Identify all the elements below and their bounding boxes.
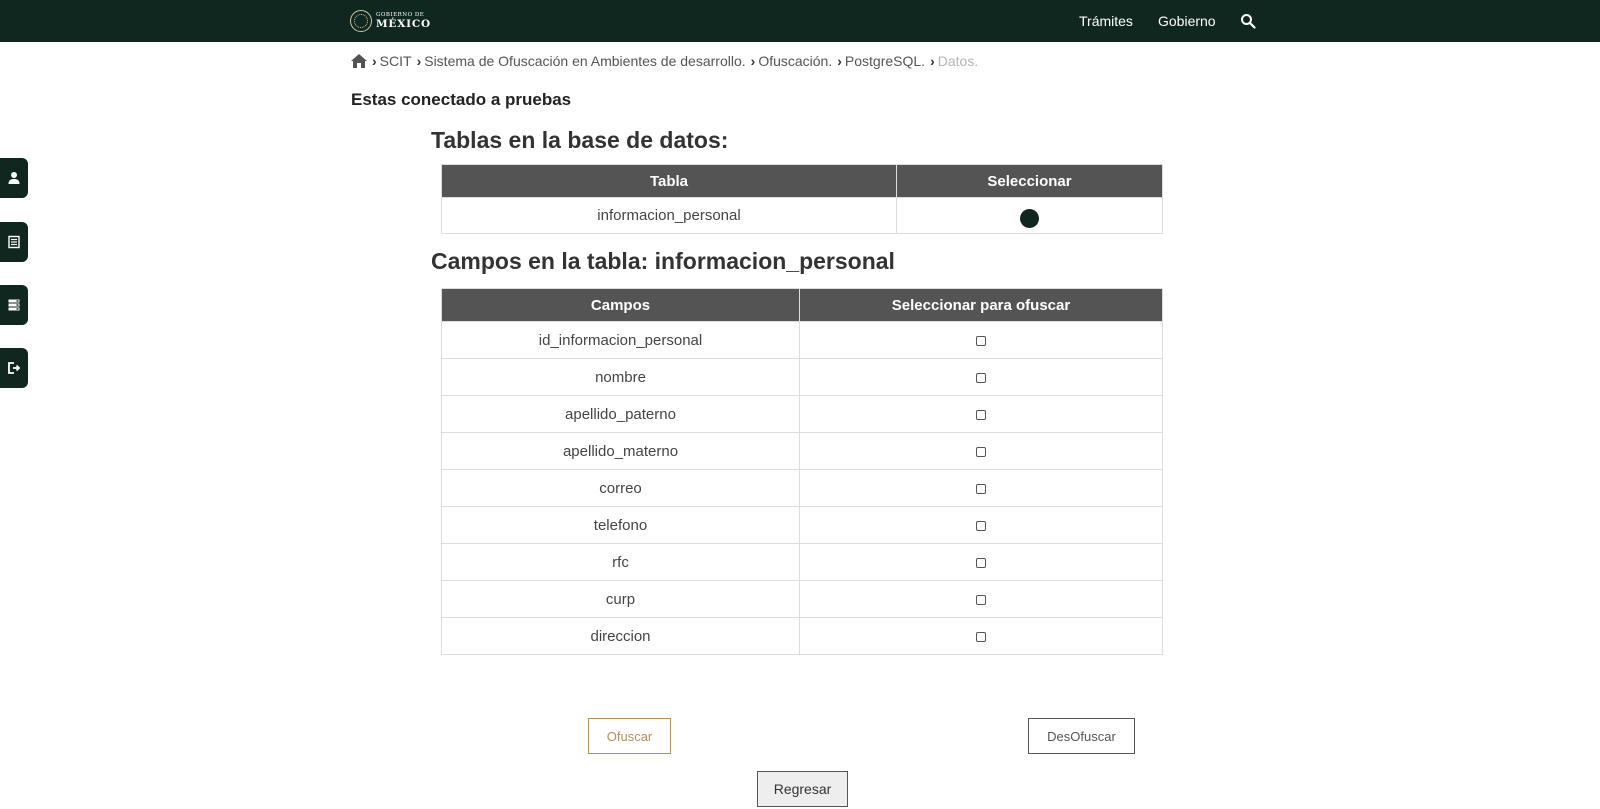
nav-tramites-link[interactable]: Trámites bbox=[1079, 13, 1133, 29]
table-row: nombre bbox=[441, 358, 1163, 396]
table-row: correo bbox=[441, 469, 1163, 507]
field-checkbox[interactable] bbox=[976, 372, 986, 383]
breadcrumb-sistema[interactable]: Sistema de Ofuscación en Ambientes de de… bbox=[424, 53, 745, 69]
field-name-cell: curp bbox=[441, 580, 800, 618]
field-name-cell: telefono bbox=[441, 506, 800, 544]
column-header-campos: Campos bbox=[441, 288, 800, 322]
field-name-cell: apellido_paterno bbox=[441, 395, 800, 433]
field-checkbox[interactable] bbox=[976, 594, 986, 605]
field-checkbox-cell bbox=[799, 617, 1163, 655]
chevron-right-icon: › bbox=[837, 53, 842, 69]
gobierno-mexico-logo[interactable]: GOBIERNO DE MÉXICO bbox=[350, 8, 431, 34]
fields-heading: Campos en la tabla: informacion_personal bbox=[431, 248, 895, 274]
select-cell bbox=[896, 197, 1163, 234]
table-row: apellido_paterno bbox=[441, 395, 1163, 433]
field-checkbox[interactable] bbox=[976, 335, 986, 346]
regresar-button[interactable]: Regresar bbox=[757, 771, 848, 807]
table-row: curp bbox=[441, 580, 1163, 618]
field-name-cell: nombre bbox=[441, 358, 800, 396]
list-icon bbox=[8, 235, 20, 249]
column-header-seleccionar: Seleccionar bbox=[896, 164, 1163, 198]
logo-text: GOBIERNO DE MÉXICO bbox=[376, 12, 431, 30]
desofuscar-button[interactable]: DesOfuscar bbox=[1028, 718, 1135, 754]
search-icon[interactable] bbox=[1240, 13, 1256, 29]
chevron-right-icon: › bbox=[930, 53, 935, 69]
breadcrumb: › SCIT › Sistema de Ofuscación en Ambien… bbox=[351, 53, 978, 69]
table-row: informacion_personal bbox=[441, 197, 1163, 234]
fields-table: Campos Seleccionar para ofuscar id_infor… bbox=[441, 288, 1163, 655]
field-name-cell: direccion bbox=[441, 617, 800, 655]
field-checkbox[interactable] bbox=[976, 557, 986, 568]
chevron-right-icon: › bbox=[416, 53, 422, 69]
field-checkbox-cell bbox=[799, 358, 1163, 396]
table-row: direccion bbox=[441, 617, 1163, 655]
field-checkbox-cell bbox=[799, 395, 1163, 433]
field-checkbox[interactable] bbox=[976, 631, 986, 642]
connection-status: Estas conectado a pruebas bbox=[351, 90, 572, 109]
field-checkbox[interactable] bbox=[976, 483, 986, 494]
server-icon bbox=[8, 299, 20, 311]
chevron-right-icon: › bbox=[750, 53, 756, 69]
tables-table: Tabla Seleccionar informacion_personal bbox=[441, 164, 1163, 234]
field-checkbox-cell bbox=[799, 432, 1163, 470]
user-icon bbox=[8, 172, 20, 184]
table-row: telefono bbox=[441, 506, 1163, 544]
field-name-cell: apellido_materno bbox=[441, 432, 800, 470]
seal-icon bbox=[350, 10, 372, 32]
field-checkbox-cell bbox=[799, 543, 1163, 581]
field-checkbox[interactable] bbox=[976, 446, 986, 457]
table-row: apellido_materno bbox=[441, 432, 1163, 470]
nav-gobierno-link[interactable]: Gobierno bbox=[1158, 13, 1216, 29]
column-header-seleccionar-ofuscar: Seleccionar para ofuscar bbox=[799, 288, 1163, 322]
top-navbar: GOBIERNO DE MÉXICO Trámites Gobierno bbox=[0, 0, 1600, 42]
sidebar-tab-logout[interactable] bbox=[0, 348, 28, 388]
tables-heading: Tablas en la base de datos: bbox=[431, 127, 729, 153]
logo-line2: MÉXICO bbox=[376, 18, 431, 30]
table-select-radio[interactable] bbox=[1020, 209, 1039, 228]
field-checkbox-cell bbox=[799, 321, 1163, 359]
table-row: id_informacion_personal bbox=[441, 321, 1163, 359]
chevron-right-icon: › bbox=[372, 53, 377, 69]
table-name-cell: informacion_personal bbox=[441, 197, 897, 234]
field-name-cell: id_informacion_personal bbox=[441, 321, 800, 359]
logout-icon bbox=[8, 362, 21, 374]
field-name-cell: rfc bbox=[441, 543, 800, 581]
field-checkbox[interactable] bbox=[976, 520, 986, 531]
breadcrumb-scit[interactable]: SCIT bbox=[380, 53, 412, 69]
breadcrumb-ofuscacion[interactable]: Ofuscación. bbox=[758, 53, 832, 69]
home-icon[interactable] bbox=[351, 54, 367, 68]
sidebar-tab-list[interactable] bbox=[0, 222, 28, 262]
field-checkbox[interactable] bbox=[976, 409, 986, 420]
field-checkbox-cell bbox=[799, 580, 1163, 618]
table-row: rfc bbox=[441, 543, 1163, 581]
sidebar-tab-user[interactable] bbox=[0, 158, 28, 198]
breadcrumb-datos: Datos. bbox=[937, 53, 979, 69]
breadcrumb-postgresql[interactable]: PostgreSQL. bbox=[845, 53, 925, 69]
ofuscar-button[interactable]: Ofuscar bbox=[588, 718, 671, 754]
field-name-cell: correo bbox=[441, 469, 800, 507]
sidebar-tab-server[interactable] bbox=[0, 285, 28, 325]
field-checkbox-cell bbox=[799, 506, 1163, 544]
column-header-tabla: Tabla bbox=[441, 164, 897, 198]
field-checkbox-cell bbox=[799, 469, 1163, 507]
